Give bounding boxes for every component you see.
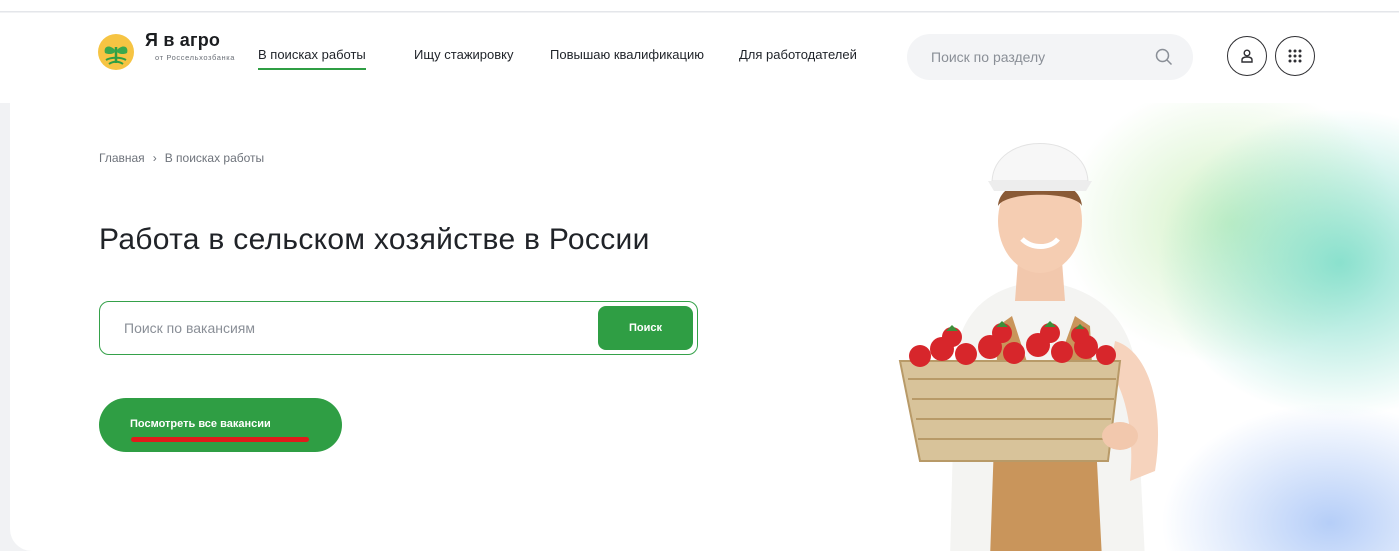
apps-button[interactable] bbox=[1275, 36, 1315, 76]
vacancy-search-button[interactable]: Поиск bbox=[598, 306, 693, 350]
user-icon bbox=[1241, 49, 1253, 63]
header-search-input[interactable] bbox=[931, 34, 1141, 80]
hero-section: Главная › В поисках работы Работа в сельск… bbox=[10, 103, 1399, 551]
apps-grid-icon bbox=[1288, 49, 1302, 63]
red-underline-annotation bbox=[131, 437, 309, 442]
nav-job-search[interactable]: В поисках работы bbox=[258, 47, 366, 70]
logo-icon[interactable] bbox=[97, 33, 135, 71]
breadcrumb-current: В поисках работы bbox=[164, 151, 265, 165]
nav-qualification[interactable]: Повышаю квалификацию bbox=[550, 47, 704, 62]
site-header: Я в агро от Россельхозбанка В поисках ра… bbox=[0, 13, 1399, 103]
page-title: Работа в сельском хозяйстве в России bbox=[99, 223, 650, 256]
view-all-vacancies-button[interactable]: Посмотреть все вакансии bbox=[99, 398, 342, 452]
nav-internship[interactable]: Ищу стажировку bbox=[414, 47, 514, 62]
nav-employers[interactable]: Для работодателей bbox=[739, 47, 857, 62]
breadcrumb-home[interactable]: Главная bbox=[99, 151, 145, 165]
vacancy-search-input[interactable] bbox=[124, 302, 584, 354]
brand-title[interactable]: Я в агро bbox=[145, 30, 220, 51]
top-strip bbox=[0, 0, 1399, 12]
brand-subtitle: от Россельхозбанка bbox=[155, 53, 236, 62]
breadcrumb-separator: › bbox=[152, 151, 157, 165]
breadcrumb: Главная › В поисках работы bbox=[99, 151, 264, 165]
hero-photo bbox=[898, 143, 1159, 551]
search-icon[interactable] bbox=[1155, 48, 1173, 66]
view-all-vacancies-label: Посмотреть все вакансии bbox=[130, 418, 271, 430]
vacancy-search: Поиск bbox=[99, 301, 698, 355]
header-search bbox=[907, 34, 1193, 80]
profile-button[interactable] bbox=[1227, 36, 1267, 76]
